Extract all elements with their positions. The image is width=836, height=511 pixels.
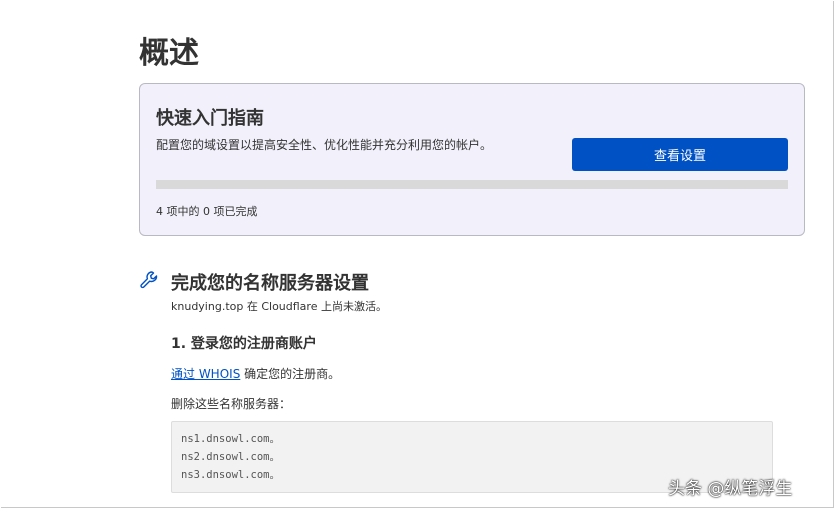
view-settings-button[interactable]: 查看设置 bbox=[572, 138, 788, 171]
nameserver-item: ns2.dnsowl.com。 bbox=[181, 451, 281, 463]
nameserver-section-title: 完成您的名称服务器设置 bbox=[171, 273, 369, 294]
domain-status: knudying.top 在 Cloudflare 上尚未激活。 bbox=[171, 300, 387, 313]
step-1-title: 1. 登录您的注册商账户 bbox=[171, 336, 317, 352]
card-description: 配置您的域设置以提高安全性、优化性能并充分利用您的帐户。 bbox=[156, 138, 493, 152]
watermark: 头条 @纵笔浮生 bbox=[668, 479, 793, 499]
quick-start-card: 快速入门指南 配置您的域设置以提高安全性、优化性能并充分利用您的帐户。 查看设置… bbox=[139, 83, 805, 236]
wrench-icon bbox=[140, 271, 158, 289]
whois-link[interactable]: 通过 WHOIS bbox=[171, 367, 240, 381]
nameserver-item: ns1.dnsowl.com。 bbox=[181, 433, 281, 445]
card-title: 快速入门指南 bbox=[156, 108, 264, 129]
progress-bar bbox=[156, 180, 788, 189]
page-title: 概述 bbox=[139, 36, 199, 71]
whois-suffix: 确定您的注册商。 bbox=[240, 367, 341, 381]
progress-text: 4 项中的 0 项已完成 bbox=[156, 205, 258, 218]
remove-label: 删除这些名称服务器： bbox=[171, 397, 292, 411]
whois-line: 通过 WHOIS 确定您的注册商。 bbox=[171, 365, 340, 382]
